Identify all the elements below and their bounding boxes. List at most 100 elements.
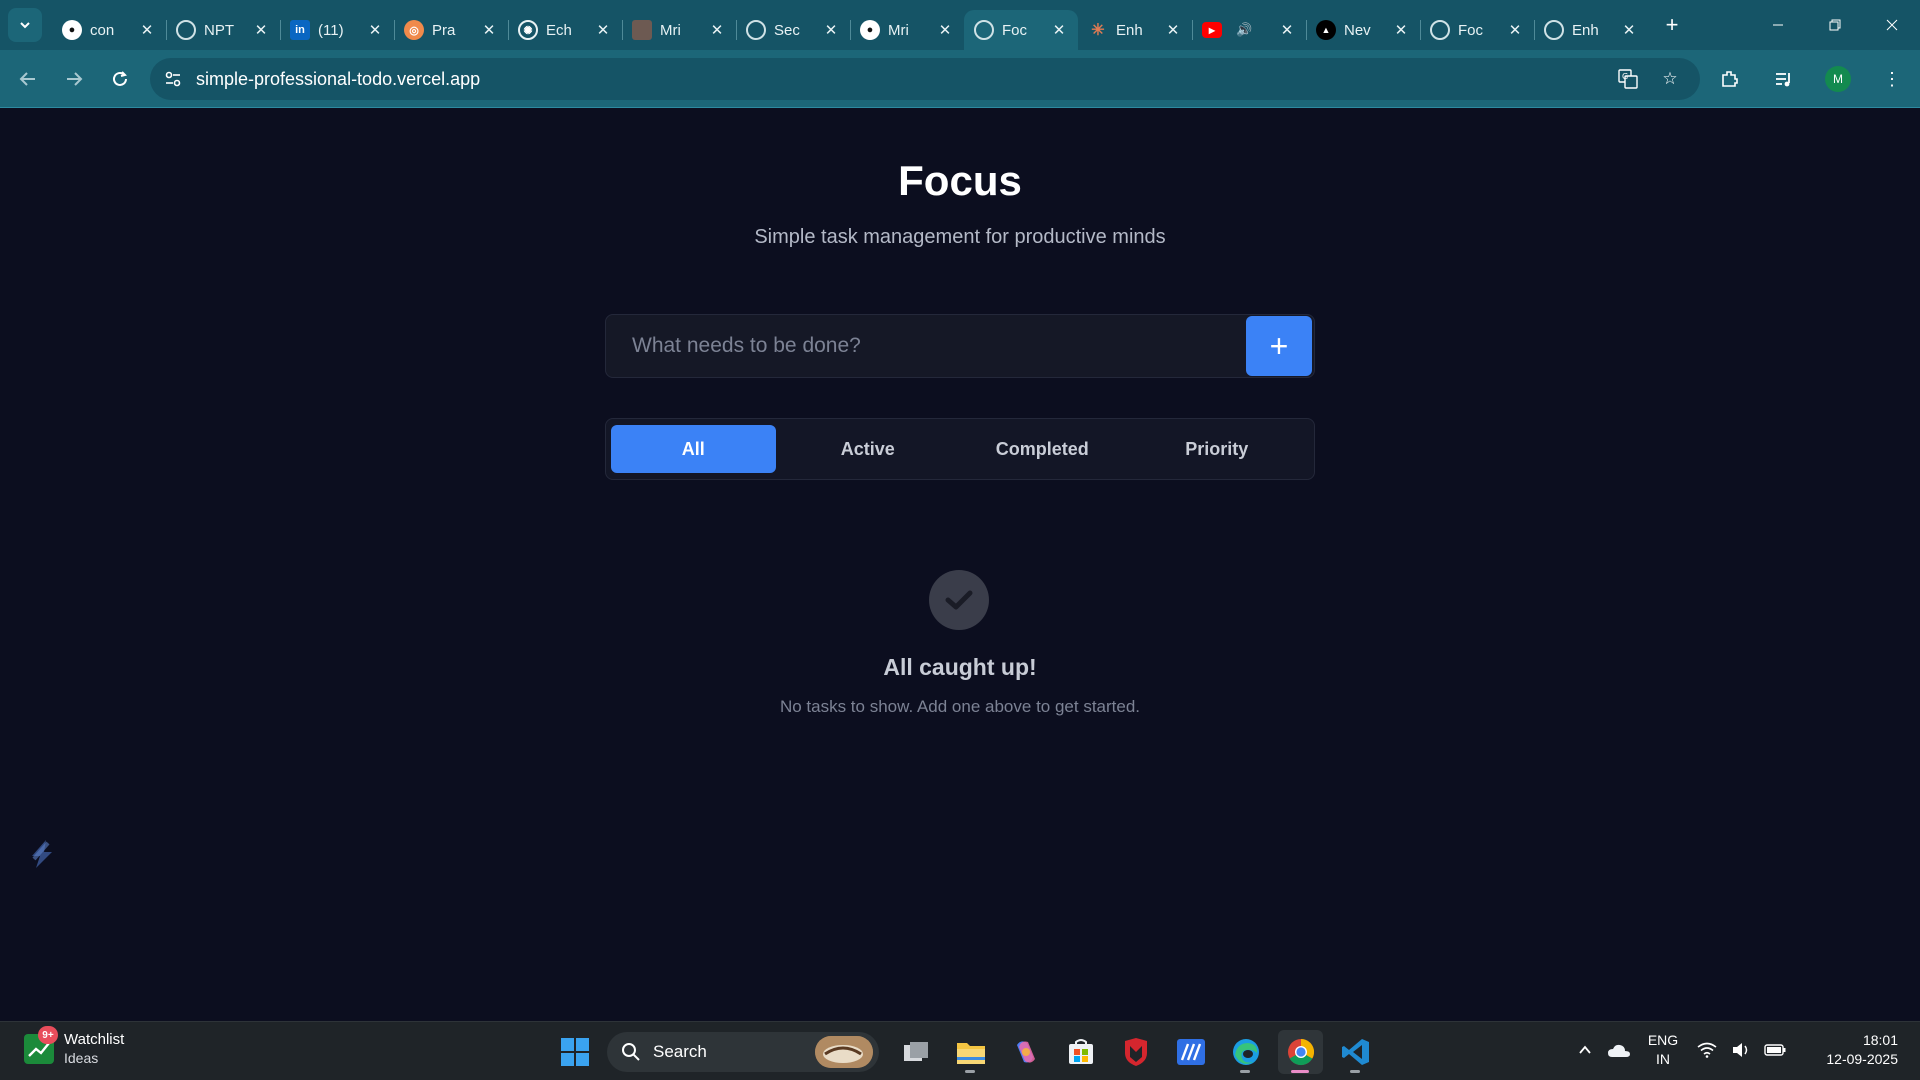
close-icon[interactable]: ✕: [1164, 21, 1182, 39]
browser-tab[interactable]: Enh ✕: [1534, 10, 1648, 50]
close-icon[interactable]: ✕: [594, 21, 612, 39]
checkmark-icon: [945, 590, 973, 610]
tab-list: ● con ✕ NPT ✕ in (11) ✕ ◎ Pra ✕ ✺ Ech ✕ …: [52, 0, 1688, 50]
claude-icon: ✳: [1091, 22, 1105, 39]
browser-tab[interactable]: ▲ Nev ✕: [1306, 10, 1420, 50]
store-icon: [1068, 1039, 1093, 1064]
close-icon[interactable]: ✕: [366, 21, 384, 39]
task-view-button[interactable]: [893, 1030, 938, 1074]
url-text[interactable]: simple-professional-todo.vercel.app: [196, 69, 480, 90]
close-window-button[interactable]: [1863, 0, 1920, 50]
browser-tab[interactable]: Mri ✕: [622, 10, 736, 50]
browser-tab[interactable]: ● Mri ✕: [850, 10, 964, 50]
windows-logo-icon: [560, 1038, 589, 1066]
battery-icon[interactable]: [1758, 1030, 1792, 1070]
vscode-app[interactable]: [1333, 1030, 1378, 1074]
new-tab-button[interactable]: +: [1656, 9, 1688, 41]
extensions-icon[interactable]: [1710, 59, 1750, 99]
floating-logo-icon[interactable]: [22, 834, 62, 874]
minimize-button[interactable]: [1749, 0, 1806, 50]
onedrive-icon[interactable]: [1602, 1030, 1636, 1070]
language-indicator[interactable]: ENG IN: [1636, 1031, 1690, 1069]
microsoft-store-app[interactable]: [1058, 1030, 1103, 1074]
speaker-icon[interactable]: 🔊: [1236, 22, 1278, 38]
browser-tab[interactable]: Sec ✕: [736, 10, 850, 50]
media-controls-icon[interactable]: [1764, 59, 1804, 99]
browser-tab[interactable]: Foc ✕: [1420, 10, 1534, 50]
running-indicator: [1350, 1070, 1360, 1073]
close-icon[interactable]: ✕: [708, 21, 726, 39]
watchlist-widget[interactable]: 9+ Watchlist Ideas: [24, 1026, 124, 1068]
browser-tab[interactable]: ✺ Ech ✕: [508, 10, 622, 50]
search-highlight-image: [815, 1036, 873, 1068]
chrome-app[interactable]: [1278, 1030, 1323, 1074]
filter-label: Completed: [995, 438, 1089, 459]
clock[interactable]: 18:01 12-09-2025: [1802, 1031, 1898, 1069]
add-task-button[interactable]: +: [1246, 316, 1312, 376]
tab-title: Nev: [1344, 21, 1371, 39]
file-explorer-app[interactable]: [948, 1030, 993, 1074]
arrow-left-icon: [19, 71, 35, 86]
close-icon[interactable]: ✕: [252, 21, 270, 39]
site-info-icon[interactable]: [158, 64, 188, 94]
close-icon[interactable]: ✕: [1392, 21, 1410, 39]
copilot-app[interactable]: [1003, 1030, 1048, 1074]
browser-tab[interactable]: ● con ✕: [52, 10, 166, 50]
window-controls: [1749, 0, 1920, 50]
tab-title: (11): [318, 21, 344, 39]
task-input[interactable]: [606, 315, 1246, 377]
mcafee-app[interactable]: [1113, 1030, 1158, 1074]
running-indicator: [1291, 1070, 1309, 1073]
forward-button[interactable]: [54, 59, 94, 99]
start-button[interactable]: [552, 1030, 597, 1074]
plus-icon: +: [1269, 327, 1289, 364]
filter-priority[interactable]: Priority: [1135, 425, 1300, 473]
page-subtitle: Simple task management for productive mi…: [754, 226, 1166, 248]
taskbar-search[interactable]: Search: [607, 1032, 879, 1072]
filter-active[interactable]: Active: [786, 425, 951, 473]
filter-completed[interactable]: Completed: [960, 425, 1125, 473]
mathpix-app[interactable]: [1168, 1030, 1213, 1074]
tab-title: Enh: [1572, 21, 1599, 39]
chevron-up-icon[interactable]: [1568, 1030, 1602, 1070]
bookmark-star-icon[interactable]: ☆: [1654, 63, 1686, 95]
close-icon[interactable]: ✕: [1506, 21, 1524, 39]
vscode-icon: [1341, 1039, 1369, 1065]
filter-all[interactable]: All: [611, 425, 776, 473]
profile-button[interactable]: M: [1818, 59, 1858, 99]
browser-tab-active[interactable]: Foc ✕: [964, 10, 1078, 50]
browser-tab[interactable]: in (11) ✕: [280, 10, 394, 50]
reload-button[interactable]: [100, 59, 140, 99]
github-icon: ●: [860, 20, 880, 40]
close-icon[interactable]: ✕: [1278, 21, 1296, 39]
browser-tab[interactable]: ◎ Pra ✕: [394, 10, 508, 50]
tab-title: Enh: [1116, 21, 1143, 39]
back-button[interactable]: [8, 59, 48, 99]
close-icon[interactable]: ✕: [936, 21, 954, 39]
menu-kebab-icon[interactable]: ⋮: [1872, 59, 1912, 99]
tab-title: Mri: [888, 21, 909, 39]
close-icon[interactable]: ✕: [480, 21, 498, 39]
plus-icon: +: [1665, 12, 1679, 37]
tab-title: Mri: [660, 21, 681, 39]
wifi-icon[interactable]: [1690, 1030, 1724, 1070]
close-icon[interactable]: ✕: [822, 21, 840, 39]
tab-search-button[interactable]: [8, 8, 42, 42]
close-icon[interactable]: ✕: [1050, 21, 1068, 39]
running-indicator: [965, 1070, 975, 1073]
filter-tabs: All Active Completed Priority: [605, 418, 1315, 480]
translate-icon[interactable]: G: [1612, 63, 1644, 95]
browser-tab[interactable]: ✳ Enh ✕: [1078, 10, 1192, 50]
linkedin-icon: in: [290, 20, 310, 40]
stocks-chart-icon: 9+: [24, 1026, 58, 1064]
close-icon[interactable]: ✕: [1620, 21, 1638, 39]
address-bar[interactable]: simple-professional-todo.vercel.app G ☆: [150, 58, 1700, 100]
edge-app[interactable]: [1223, 1030, 1268, 1074]
browser-tab[interactable]: ▶ 🔊 ✕: [1192, 10, 1306, 50]
mathpix-icon: [1176, 1039, 1205, 1065]
volume-icon[interactable]: [1724, 1030, 1758, 1070]
browser-tab[interactable]: NPT ✕: [166, 10, 280, 50]
close-icon[interactable]: ✕: [138, 21, 156, 39]
restore-button[interactable]: [1806, 0, 1863, 50]
speaker-glyph: [1733, 1043, 1748, 1057]
